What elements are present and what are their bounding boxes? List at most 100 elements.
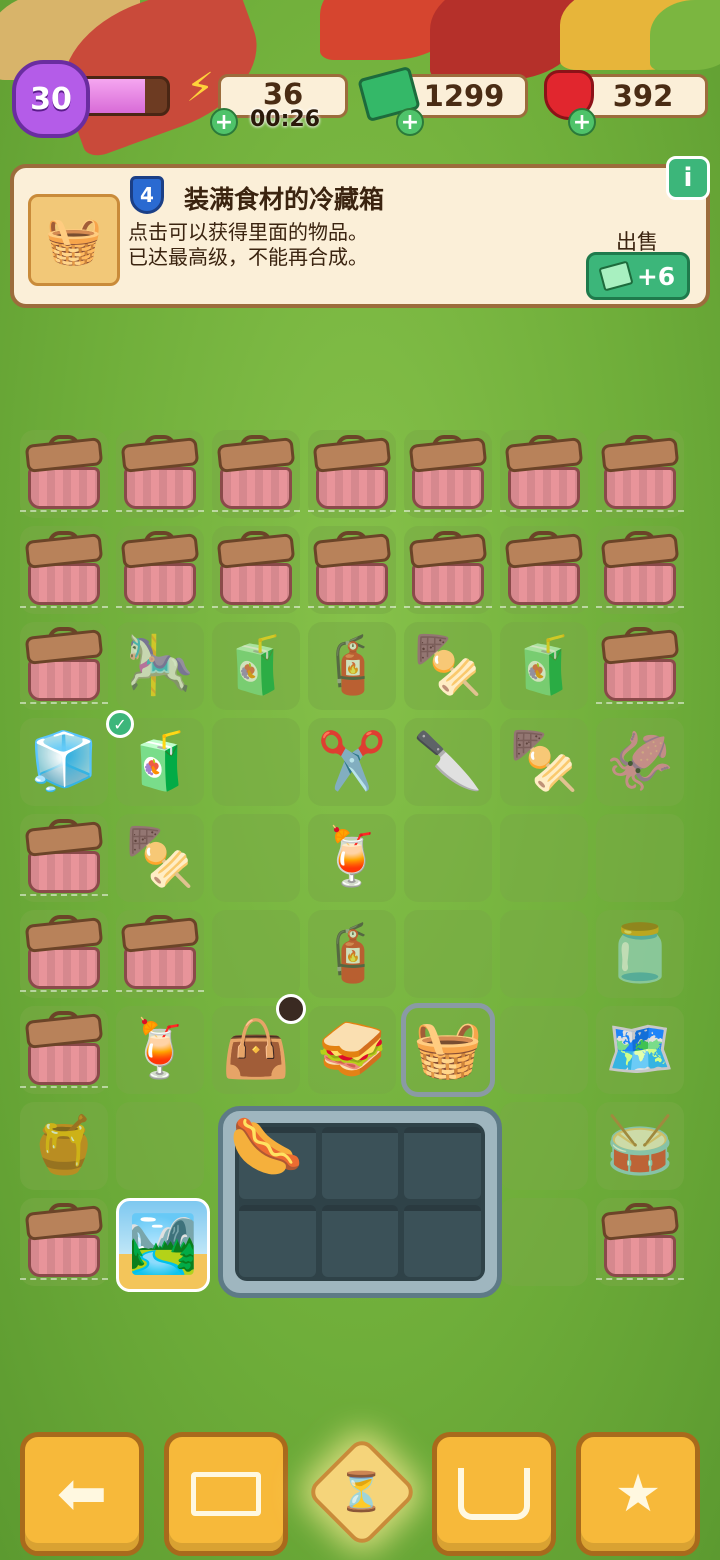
board-cell[interactable] [116, 910, 204, 998]
level-badge[interactable]: 30 [12, 60, 90, 138]
board-cell[interactable] [500, 1102, 588, 1190]
board-cell[interactable] [20, 814, 108, 902]
tray-slot[interactable] [239, 1205, 316, 1277]
sausage-skewer-icon[interactable]: 🌭 [229, 1117, 304, 1177]
board-cell[interactable] [20, 622, 108, 710]
board-cell[interactable] [212, 718, 300, 806]
tasks-button[interactable]: ★ [576, 1432, 700, 1556]
podium-icon [191, 1472, 261, 1516]
board-cell[interactable] [404, 526, 492, 614]
board-cell[interactable] [20, 526, 108, 614]
tray-slot[interactable] [404, 1127, 481, 1199]
cooler-box-icon: 🧺 [28, 194, 120, 286]
water-dispenser-icon: 🫙 [605, 921, 675, 986]
board-cell[interactable] [20, 910, 108, 998]
cash-value: 1299 [423, 79, 505, 113]
board-cell[interactable]: 🧯 [308, 910, 396, 998]
board-cell[interactable]: 🫙 [596, 910, 684, 998]
cobweb-overlay [116, 980, 204, 992]
board-cell[interactable]: 🎠 [116, 622, 204, 710]
board-cell[interactable]: 🧊 [20, 718, 108, 806]
sell-button[interactable]: +6 [586, 252, 690, 300]
board-cell[interactable] [500, 430, 588, 518]
back-button[interactable]: ⬅ [20, 1432, 144, 1556]
matchbox-icon: 🧯 [317, 921, 387, 986]
board-cell[interactable] [500, 910, 588, 998]
board-cell[interactable] [404, 910, 492, 998]
item-level-shield: 4 [130, 176, 164, 214]
board-cell[interactable] [212, 430, 300, 518]
item-info-panel: 🧺 4 装满食材的冷藏箱 点击可以获得里面的物品。 已达最高级，不能再合成。 出… [10, 156, 710, 308]
board-cell[interactable]: 🧃 ✓ [106, 710, 204, 806]
cobweb-overlay [212, 500, 300, 512]
board-cell[interactable] [500, 1006, 588, 1094]
gem-value: 392 [612, 79, 674, 113]
description-line: 已达最高级，不能再合成。 [128, 245, 368, 269]
board-cell[interactable] [20, 1006, 108, 1094]
knife-icon: 🔪 [413, 729, 483, 794]
board-cell[interactable] [20, 1198, 108, 1286]
board-cell[interactable]: 🍹 [308, 814, 396, 902]
board-cell[interactable]: ✂️ [308, 718, 396, 806]
tent-carousel-icon: 🎠 [125, 633, 195, 698]
board-cell[interactable]: 🧃 [212, 622, 300, 710]
shop-basket-button[interactable] [432, 1432, 556, 1556]
board-cell[interactable] [596, 1198, 684, 1286]
cobweb-overlay [596, 692, 684, 704]
board-cell[interactable]: 🍯 [20, 1102, 108, 1190]
cobweb-overlay [404, 500, 492, 512]
board-cell[interactable] [20, 430, 108, 518]
board-cell[interactable] [116, 430, 204, 518]
basket-icon [458, 1468, 530, 1520]
board-cell[interactable] [596, 622, 684, 710]
board-cell[interactable]: 🍢 [500, 718, 588, 806]
info-button[interactable]: i [666, 156, 710, 200]
board-cell[interactable]: 🧺 [401, 1003, 495, 1097]
board-cell[interactable]: 🍢 [404, 622, 492, 710]
cobweb-overlay [20, 596, 108, 608]
board-cell[interactable] [596, 526, 684, 614]
cobweb-overlay [308, 596, 396, 608]
drum-icon: 🥁 [605, 1113, 675, 1178]
tray-slot[interactable] [321, 1205, 399, 1277]
board-cell[interactable] [500, 1198, 588, 1286]
board-cell[interactable]: 🧯 [308, 622, 396, 710]
board-cell[interactable]: 🗺️ [596, 1006, 684, 1094]
cobweb-overlay [212, 596, 300, 608]
picnic-mat-icon: 🗺️ [605, 1017, 675, 1082]
board-cell[interactable]: 🥪 [308, 1006, 396, 1094]
board-cell[interactable] [500, 526, 588, 614]
board-cell[interactable]: 🥁 [596, 1102, 684, 1190]
board-cell[interactable] [500, 814, 588, 902]
board-cell[interactable] [596, 430, 684, 518]
board-cell[interactable] [212, 910, 300, 998]
add-cash-button[interactable]: + [396, 108, 424, 136]
board-cell[interactable]: 🔪 [404, 718, 492, 806]
board-cell[interactable] [212, 814, 300, 902]
item-title: 装满食材的冷藏箱 [184, 185, 385, 214]
board-cell[interactable]: 🏞️ [116, 1198, 210, 1292]
hourglass-button[interactable]: ⏳ [305, 1435, 419, 1549]
board-cell[interactable] [404, 430, 492, 518]
leaderboard-button[interactable] [164, 1432, 288, 1556]
board-cell[interactable]: 🍹 [116, 1006, 204, 1094]
board-cell[interactable] [404, 814, 492, 902]
board-cell[interactable]: 🍢 [116, 814, 204, 902]
board-cell[interactable] [308, 430, 396, 518]
add-energy-button[interactable]: + [210, 108, 238, 136]
skewer-icon: 🍢 [509, 729, 579, 794]
storage-tray[interactable]: 🌭 [218, 1106, 502, 1298]
add-gems-button[interactable]: + [568, 108, 596, 136]
board-cell[interactable] [116, 1102, 204, 1190]
board-cell[interactable]: 🧃 [500, 622, 588, 710]
cooler-icon: 🧊 [29, 729, 99, 794]
board-cell[interactable]: 👜 [212, 994, 306, 1094]
board-cell[interactable] [212, 526, 300, 614]
tray-slot[interactable] [404, 1205, 481, 1277]
gem-counter[interactable]: 392 [578, 74, 708, 118]
board-cell[interactable] [596, 814, 684, 902]
board-cell[interactable] [308, 526, 396, 614]
tray-slot[interactable] [321, 1127, 399, 1199]
board-cell[interactable]: 🦑 [596, 718, 684, 806]
board-cell[interactable] [116, 526, 204, 614]
